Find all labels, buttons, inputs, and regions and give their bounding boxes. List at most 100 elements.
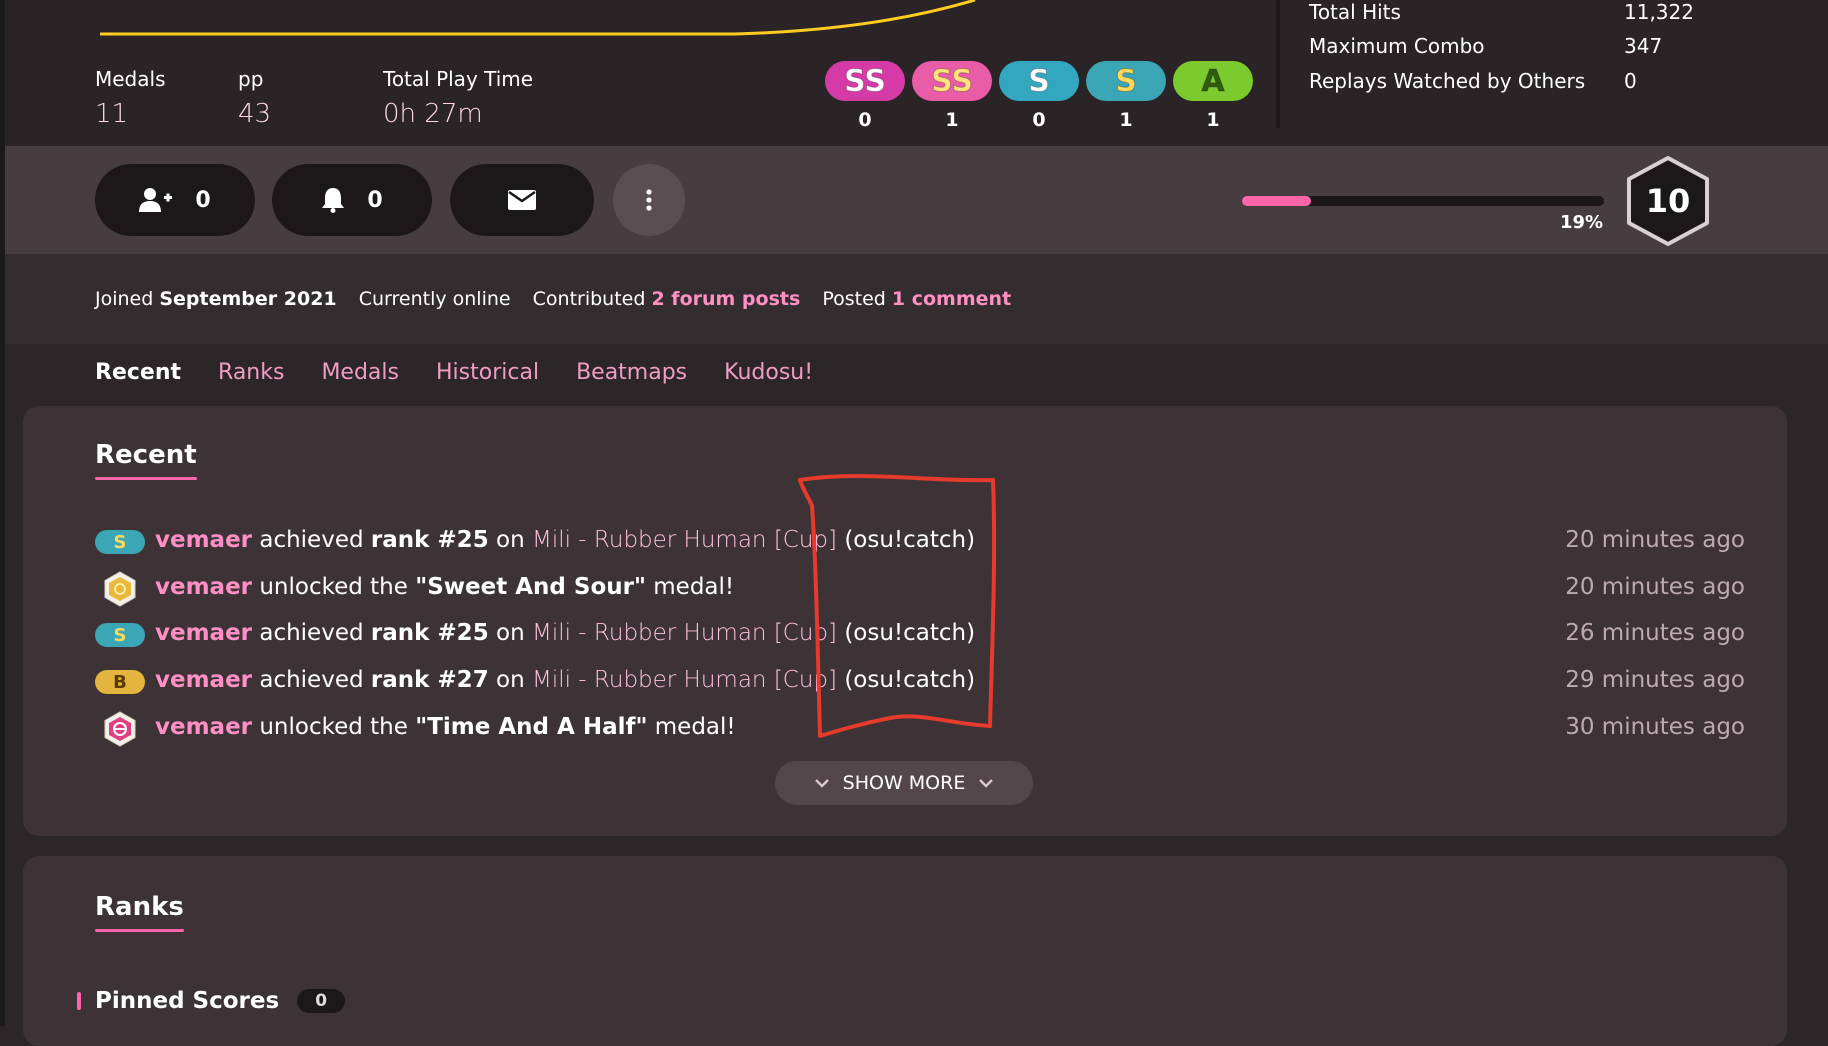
game-mode: (osu!catch) <box>844 620 976 646</box>
user-link[interactable]: vemaer <box>155 620 252 646</box>
recent-title: Recent <box>95 440 197 480</box>
tab-ranks[interactable]: Ranks <box>218 360 284 385</box>
activity-verb: achieved <box>259 527 364 553</box>
rank-value: rank #25 <box>370 527 489 553</box>
activity-time: 20 minutes ago <box>1565 527 1745 553</box>
activity-row: S vemaer achieved rank #25 on Mili - Rub… <box>95 525 1745 559</box>
beatmap-link[interactable]: Mili - Rubber Human [Cup] <box>532 620 837 646</box>
profile-info-bar: Joined September 2021 Currently online C… <box>5 254 1828 344</box>
activity-text: vemaer unlocked the "Sweet And Sour" med… <box>155 574 734 600</box>
recent-title-text: Recent <box>95 440 197 470</box>
contributed-label: Contributed <box>532 288 646 310</box>
vertical-dots-icon <box>646 189 652 211</box>
rank-history-graph <box>100 0 976 36</box>
rank-b-icon: B <box>95 665 145 699</box>
grade-count: 1 <box>1119 109 1133 131</box>
play-time-label: Total Play Time <box>383 67 534 91</box>
grade-a: A 1 <box>1173 61 1253 131</box>
posted-label: Posted <box>822 288 886 310</box>
ranks-card: Ranks <box>23 856 1787 1046</box>
stats-divider <box>1276 0 1280 128</box>
activity-time: 30 minutes ago <box>1565 714 1745 740</box>
bell-icon <box>322 188 345 213</box>
follow-button[interactable]: 0 <box>95 164 255 236</box>
show-more-button[interactable]: SHOW MORE <box>775 761 1033 805</box>
level-value: 10 <box>1645 182 1691 220</box>
user-link[interactable]: vemaer <box>155 527 252 553</box>
send-message-button[interactable] <box>450 164 594 236</box>
joined-date: September 2021 <box>159 288 337 310</box>
grade-badge: SS <box>825 61 905 101</box>
grade-count: 1 <box>945 109 959 131</box>
chevron-down-icon <box>979 778 994 788</box>
title-underline <box>95 477 197 480</box>
medals-label: Medals <box>95 67 166 91</box>
tab-kudosu[interactable]: Kudosu! <box>724 360 813 385</box>
pinned-scores-label: Pinned Scores <box>95 988 280 1014</box>
activity-verb: unlocked the <box>259 574 408 600</box>
grade-count: 1 <box>1206 109 1220 131</box>
tab-medals[interactable]: Medals <box>321 360 399 385</box>
medal-time-and-a-half-icon <box>95 711 145 747</box>
follower-count: 0 <box>195 187 211 213</box>
grade-s: S 1 <box>1086 61 1166 131</box>
section-marker <box>77 992 81 1010</box>
tab-beatmaps[interactable]: Beatmaps <box>576 360 687 385</box>
pinned-scores-count: 0 <box>297 989 346 1013</box>
tab-historical[interactable]: Historical <box>436 360 539 385</box>
activity-text: vemaer achieved rank #25 on Mili - Rubbe… <box>155 527 975 553</box>
title-underline <box>95 929 184 932</box>
grade-ss-silver: SS 0 <box>825 61 905 131</box>
activity-text: vemaer achieved rank #25 on Mili - Rubbe… <box>155 620 975 646</box>
beatmap-link[interactable]: Mili - Rubber Human [Cup] <box>532 667 837 693</box>
activity-text: vemaer unlocked the "Time And A Half" me… <box>155 714 736 740</box>
online-status: Currently online <box>358 288 511 310</box>
user-link[interactable]: vemaer <box>155 667 252 693</box>
activity-text: vemaer achieved rank #27 on Mili - Rubbe… <box>155 667 975 693</box>
chevron-down-icon <box>814 778 829 788</box>
envelope-icon <box>508 190 536 210</box>
pp-stat: pp 43 <box>238 67 271 129</box>
medal-name: "Time And A Half" <box>415 714 648 740</box>
pp-value: 43 <box>238 99 272 129</box>
profile-stats-strip: Medals 11 pp 43 Total Play Time 0h 27m S… <box>5 0 1828 146</box>
pinned-scores-header: Pinned Scores 0 <box>77 988 346 1014</box>
grade-badge: SS <box>912 61 992 101</box>
activity-row: S vemaer achieved rank #25 on Mili - Rub… <box>95 618 1745 652</box>
activity-row: vemaer unlocked the "Time And A Half" me… <box>95 711 1745 747</box>
level-progress-bar <box>1242 196 1604 206</box>
activity-row: vemaer unlocked the "Sweet And Sour" med… <box>95 571 1745 607</box>
level-badge: 10 <box>1625 155 1711 247</box>
forum-posts-link[interactable]: 2 forum posts <box>651 288 800 310</box>
activity-time: 29 minutes ago <box>1565 667 1745 693</box>
user-link[interactable]: vemaer <box>155 714 252 740</box>
tab-recent[interactable]: Recent <box>95 360 181 385</box>
medals-stat: Medals 11 <box>95 67 166 129</box>
activity-on: on <box>496 667 525 693</box>
medal-sweet-and-sour-icon <box>95 571 145 607</box>
stat-value: 11,322 <box>1624 0 1694 24</box>
activity-suffix: medal! <box>653 574 735 600</box>
activity-verb: unlocked the <box>259 714 408 740</box>
grade-count: 0 <box>858 109 872 131</box>
subscriber-count: 0 <box>367 187 383 213</box>
rank-s-icon: S <box>95 525 145 559</box>
rank-value: rank #27 <box>370 667 489 693</box>
game-mode: (osu!catch) <box>844 667 976 693</box>
activity-on: on <box>496 620 525 646</box>
more-options-button[interactable] <box>613 164 685 236</box>
grade-s-silver: S 0 <box>999 61 1079 131</box>
beatmap-link[interactable]: Mili - Rubber Human [Cup] <box>532 527 837 553</box>
play-time-value: 0h 27m <box>383 99 483 129</box>
profile-section-tabs: Recent Ranks Medals Historical Beatmaps … <box>95 360 813 385</box>
stat-label: Total Hits <box>1309 0 1401 24</box>
pp-label: pp <box>238 67 264 91</box>
rank-s-icon: S <box>95 618 145 652</box>
activity-suffix: medal! <box>654 714 736 740</box>
activity-time: 20 minutes ago <box>1565 574 1745 600</box>
mapping-subscribe-button[interactable]: 0 <box>272 164 432 236</box>
comments-link[interactable]: 1 comment <box>892 288 1011 310</box>
game-mode: (osu!catch) <box>844 527 976 553</box>
user-link[interactable]: vemaer <box>155 574 252 600</box>
stat-label: Maximum Combo <box>1309 34 1485 58</box>
